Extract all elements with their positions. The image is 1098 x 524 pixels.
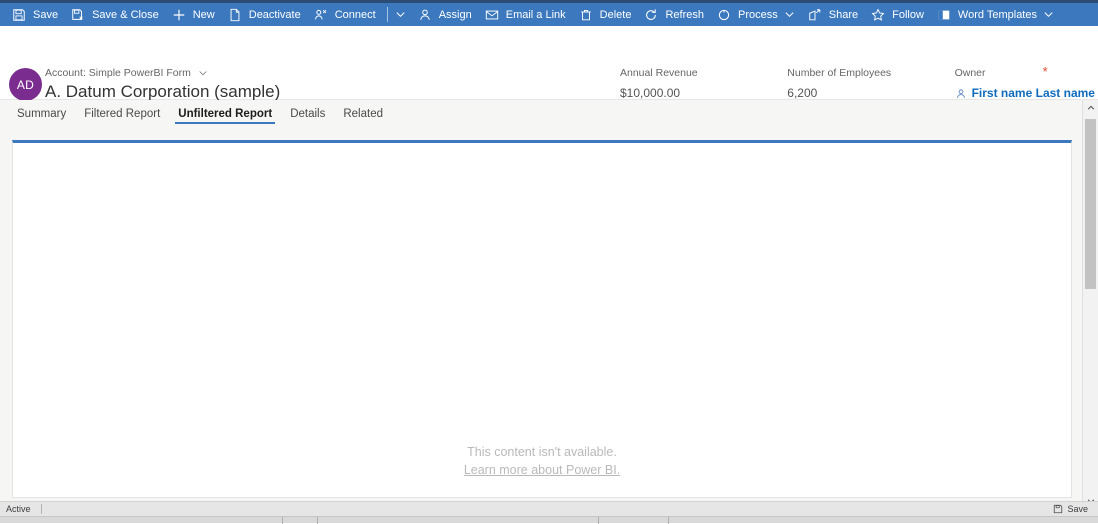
plus-icon xyxy=(171,7,187,23)
command-refresh-label: Refresh xyxy=(665,8,704,21)
form-body: This content isn't available. Learn more… xyxy=(0,127,1098,508)
learn-more-link[interactable]: Learn more about Power BI. xyxy=(13,461,1071,479)
command-deactivate-label: Deactivate xyxy=(248,8,301,21)
tab-bar: Summary Filtered Report Unfiltered Repor… xyxy=(0,100,1098,127)
command-save-and-close-label: Save & Close xyxy=(92,8,159,21)
command-connect-dropdown[interactable] xyxy=(390,3,412,26)
number-of-employees-label: Number of Employees xyxy=(787,67,892,79)
form-selector[interactable]: Account: Simple PowerBI Form xyxy=(45,66,280,80)
command-deactivate[interactable]: Deactivate xyxy=(222,3,308,26)
header-field-owner: Owner * First name Last name xyxy=(954,64,1098,103)
application-window: Save Save & Close New Deactivate Connect xyxy=(0,0,1098,524)
status-divider xyxy=(40,504,42,514)
command-word-templates-label: Word Templates xyxy=(957,8,1037,21)
command-delete[interactable]: Delete xyxy=(573,3,639,26)
chevron-down-icon xyxy=(1043,9,1054,20)
command-assign-label: Assign xyxy=(438,8,472,21)
annual-revenue-label: Annual Revenue xyxy=(620,67,698,79)
tab-related[interactable]: Related xyxy=(334,100,392,127)
record-title-block: Account: Simple PowerBI Form A. Datum Co… xyxy=(45,66,280,103)
chevron-down-icon xyxy=(396,12,405,18)
required-asterisk-icon: * xyxy=(1042,64,1048,79)
save-close-icon xyxy=(70,7,86,23)
command-connect[interactable]: Connect xyxy=(308,3,383,26)
command-process-label: Process xyxy=(738,8,778,21)
tab-summary[interactable]: Summary xyxy=(8,100,75,127)
command-follow[interactable]: Follow xyxy=(865,3,931,26)
command-word-templates[interactable]: Word Templates xyxy=(931,3,1061,26)
word-templates-icon xyxy=(936,7,952,23)
command-process[interactable]: Process xyxy=(711,3,802,26)
entity-form-label: Account: Simple PowerBI Form xyxy=(45,67,191,79)
command-bar: Save Save & Close New Deactivate Connect xyxy=(0,3,1098,26)
save-icon xyxy=(11,7,27,23)
status-bar: Active Save xyxy=(0,501,1098,516)
tab-related-label: Related xyxy=(343,107,383,120)
tab-details[interactable]: Details xyxy=(281,100,334,127)
save-icon xyxy=(1053,504,1063,514)
powerbi-report-panel: This content isn't available. Learn more… xyxy=(12,140,1072,498)
process-icon xyxy=(716,7,732,23)
command-share[interactable]: Share xyxy=(802,3,865,26)
os-taskbar-strip xyxy=(0,516,1098,524)
status-bar-save-button[interactable]: Save xyxy=(1053,504,1098,514)
header-fields: Annual Revenue $10,000.00 Number of Empl… xyxy=(620,64,1098,103)
deactivate-icon xyxy=(227,7,243,23)
command-connect-label: Connect xyxy=(334,8,376,21)
status-bar-save-label: Save xyxy=(1067,504,1088,514)
command-save-label: Save xyxy=(33,8,59,21)
command-email-a-link-label: Email a Link xyxy=(505,8,566,21)
delete-icon xyxy=(578,7,594,23)
connect-icon xyxy=(313,7,329,23)
owner-label: Owner xyxy=(954,67,986,79)
follow-icon xyxy=(870,7,886,23)
empty-state-message: This content isn't available. xyxy=(467,445,617,459)
command-new[interactable]: New xyxy=(166,3,222,26)
tab-summary-label: Summary xyxy=(17,107,67,120)
scroll-up-icon[interactable] xyxy=(1083,100,1098,115)
share-icon xyxy=(807,7,823,23)
tab-details-label: Details xyxy=(290,107,326,120)
command-new-label: New xyxy=(192,8,215,21)
avatar: AD xyxy=(9,68,42,101)
tab-unfiltered-report[interactable]: Unfiltered Report xyxy=(169,100,281,127)
command-email-a-link[interactable]: Email a Link xyxy=(479,3,573,26)
tab-filtered-report-label: Filtered Report xyxy=(84,107,161,120)
chevron-down-icon xyxy=(784,9,795,20)
empty-state: This content isn't available. Learn more… xyxy=(13,443,1071,479)
scroll-thumb[interactable] xyxy=(1085,119,1096,289)
tab-unfiltered-report-label: Unfiltered Report xyxy=(178,107,273,120)
header-field-annual-revenue: Annual Revenue $10,000.00 xyxy=(620,66,787,103)
command-follow-label: Follow xyxy=(892,8,924,21)
command-save-and-close[interactable]: Save & Close xyxy=(65,3,166,26)
refresh-icon xyxy=(643,7,659,23)
command-bar-divider xyxy=(386,7,388,22)
record-header: AD Account: Simple PowerBI Form A. Datum… xyxy=(0,26,1098,103)
avatar-initials: AD xyxy=(16,77,35,92)
command-refresh[interactable]: Refresh xyxy=(638,3,711,26)
command-save[interactable]: Save xyxy=(6,3,65,26)
person-icon xyxy=(955,88,967,100)
record-state-text: Active xyxy=(6,504,31,514)
tab-filtered-report[interactable]: Filtered Report xyxy=(75,100,169,127)
command-delete-label: Delete xyxy=(599,8,632,21)
vertical-scrollbar[interactable] xyxy=(1082,100,1098,508)
assign-icon xyxy=(417,7,433,23)
email-link-icon xyxy=(484,7,500,23)
command-share-label: Share xyxy=(828,8,859,21)
chevron-down-icon xyxy=(198,68,208,78)
header-field-number-of-employees: Number of Employees 6,200 xyxy=(787,66,954,103)
command-assign[interactable]: Assign xyxy=(412,3,479,26)
status-bar-left: Active xyxy=(0,504,42,514)
